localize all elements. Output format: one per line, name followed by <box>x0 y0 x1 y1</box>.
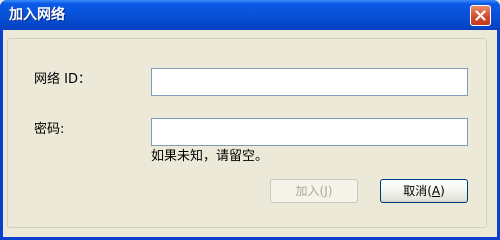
close-button[interactable] <box>470 5 491 26</box>
join-network-dialog: 加入网络 网络 ID： 密码: 如果未知，请留空。 加入(J) 取消(A) <box>0 0 500 240</box>
password-input[interactable] <box>151 118 468 146</box>
form-group-box: 网络 ID： 密码: 如果未知，请留空。 加入(J) 取消(A) <box>7 38 487 228</box>
network-id-input[interactable] <box>151 68 468 96</box>
password-label: 密码: <box>34 122 65 137</box>
join-button[interactable]: 加入(J) <box>270 179 358 203</box>
dialog-body: 网络 ID： 密码: 如果未知，请留空。 加入(J) 取消(A) <box>3 30 497 237</box>
cancel-button-suffix: ) <box>440 184 445 198</box>
join-button-suffix: ) <box>327 184 333 198</box>
close-icon <box>475 10 486 21</box>
cancel-button[interactable]: 取消(A) <box>380 179 468 203</box>
password-hint: 如果未知，请留空。 <box>151 149 269 164</box>
join-button-label: 加入( <box>295 184 325 198</box>
network-id-label: 网络 ID： <box>34 72 91 87</box>
title-bar[interactable]: 加入网络 <box>0 0 500 30</box>
cancel-accelerator-key: A <box>431 184 441 198</box>
window-title: 加入网络 <box>9 7 65 23</box>
cancel-button-label: 取消( <box>403 184 432 198</box>
